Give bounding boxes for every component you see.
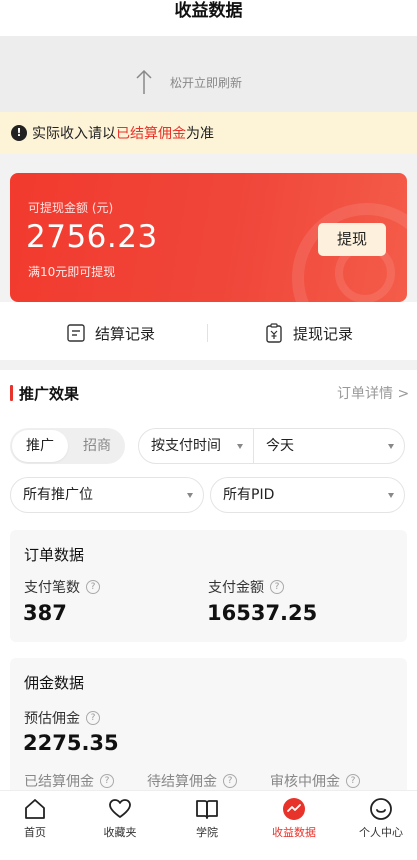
caret-down-icon <box>187 493 193 498</box>
book-icon <box>196 800 218 819</box>
settlement-records-label: 结算记录 <box>95 324 156 343</box>
order-detail-link[interactable]: 订单详情 > <box>337 383 409 403</box>
settled-commission-text: 已结算佣金 <box>24 774 94 790</box>
estimated-commission-text: 预估佣金 <box>24 711 80 727</box>
pid-value: 所有PID <box>223 487 275 503</box>
tab-label-home: 首页 <box>24 826 46 839</box>
caret-down-icon <box>388 493 394 498</box>
pay-count-label: 支付笔数? <box>24 577 100 597</box>
promotion-segment-control: 推广 招商 <box>10 428 125 464</box>
withdrawal-records-label: 提现记录 <box>293 324 354 343</box>
document-icon <box>67 324 85 342</box>
heart-icon <box>109 799 131 818</box>
segment-promote[interactable]: 推广 <box>12 430 68 462</box>
tab-label-favorites: 收藏夹 <box>103 826 137 839</box>
pull-refresh-area: 松开立即刷新 <box>0 36 417 112</box>
bottom-tab-bar: 首页 收藏夹 学院 收益数据 个人中心 <box>0 790 417 860</box>
withdraw-threshold: 满10元即可提现 <box>28 265 116 279</box>
tab-label-profile: 个人中心 <box>359 826 403 839</box>
records-row: 结算记录 提现记录 <box>0 302 417 360</box>
notice-prefix: 实际收入请以 <box>32 126 116 142</box>
help-icon[interactable]: ? <box>270 580 284 594</box>
arrow-up-icon <box>136 69 152 94</box>
tab-earnings[interactable]: 收益数据 <box>254 791 334 851</box>
position-value: 所有推广位 <box>23 487 93 503</box>
pay-amount-value: 16537.25 <box>207 601 318 625</box>
notice-banner: ! 实际收入请以已结算佣金为准 <box>0 112 417 154</box>
notice-text: 实际收入请以已结算佣金为准 <box>32 123 214 143</box>
tab-home[interactable]: 首页 <box>0 791 75 851</box>
order-data-title: 订单数据 <box>24 546 85 564</box>
segment-merchant[interactable]: 招商 <box>72 430 122 462</box>
tab-profile[interactable]: 个人中心 <box>341 791 417 851</box>
pending-commission-label: 待结算佣金? <box>147 771 237 791</box>
order-data-panel: 订单数据 支付笔数? 387 支付金额? 16537.25 <box>10 530 407 642</box>
smile-icon <box>370 798 392 820</box>
withdraw-button[interactable]: 提现 <box>318 223 386 256</box>
withdrawal-records-link[interactable]: 提现记录 <box>264 322 353 344</box>
clipboard-yuan-icon <box>266 323 282 343</box>
balance-amount: 2756.23 <box>26 219 158 255</box>
settled-commission-label: 已结算佣金? <box>24 771 114 791</box>
page-title: 收益数据 <box>174 1 243 21</box>
pay-amount-label: 支付金额? <box>208 577 284 597</box>
time-type-value: 按支付时间 <box>151 438 221 454</box>
date-range-value: 今天 <box>266 438 294 454</box>
help-icon[interactable]: ? <box>86 580 100 594</box>
pay-amount-text: 支付金额 <box>208 580 264 596</box>
date-range-dropdown[interactable]: 今天 <box>253 428 405 464</box>
pid-dropdown[interactable]: 所有PID <box>210 477 405 513</box>
caret-down-icon <box>388 444 394 449</box>
notice-highlight: 已结算佣金 <box>116 126 186 142</box>
refresh-hint: 松开立即刷新 <box>170 76 243 90</box>
commission-data-panel: 佣金数据 预估佣金? 2275.35 已结算佣金? 待结算佣金? 审核中佣金? <box>10 658 407 798</box>
tab-academy[interactable]: 学院 <box>167 791 247 851</box>
help-icon[interactable]: ? <box>100 774 114 788</box>
section-accent-bar <box>10 385 13 401</box>
promotion-section: 推广效果 订单详情 > 推广 招商 按支付时间 今天 所有推广位 所有PID 订… <box>0 370 417 798</box>
caret-down-icon <box>237 444 243 449</box>
balance-card: 可提现金额 (元) 2756.23 满10元即可提现 提现 <box>10 173 407 302</box>
tab-label-earnings: 收益数据 <box>272 826 316 839</box>
tab-label-academy: 学院 <box>196 826 218 839</box>
time-type-dropdown[interactable]: 按支付时间 <box>138 428 254 464</box>
review-commission-text: 审核中佣金 <box>270 774 340 790</box>
tab-favorites[interactable]: 收藏夹 <box>80 791 160 851</box>
balance-label: 可提现金额 (元) <box>28 201 114 215</box>
estimated-commission-value: 2275.35 <box>23 731 119 755</box>
review-commission-label: 审核中佣金? <box>270 771 360 791</box>
help-icon[interactable]: ? <box>86 711 100 725</box>
help-icon[interactable]: ? <box>346 774 360 788</box>
trend-icon <box>283 798 305 820</box>
settlement-records-link[interactable]: 结算记录 <box>66 322 155 344</box>
pay-count-text: 支付笔数 <box>24 580 80 596</box>
help-icon[interactable]: ? <box>223 774 237 788</box>
position-dropdown[interactable]: 所有推广位 <box>10 477 204 513</box>
notice-suffix: 为准 <box>186 126 214 142</box>
home-icon <box>25 799 45 819</box>
records-divider <box>207 324 208 342</box>
promotion-title: 推广效果 <box>19 385 80 403</box>
pay-count-value: 387 <box>23 601 67 625</box>
pending-commission-text: 待结算佣金 <box>147 774 217 790</box>
estimated-commission-label: 预估佣金? <box>24 708 100 728</box>
top-bar: 收益数据 <box>0 0 417 36</box>
alert-icon: ! <box>11 125 27 141</box>
commission-data-title: 佣金数据 <box>24 674 85 692</box>
